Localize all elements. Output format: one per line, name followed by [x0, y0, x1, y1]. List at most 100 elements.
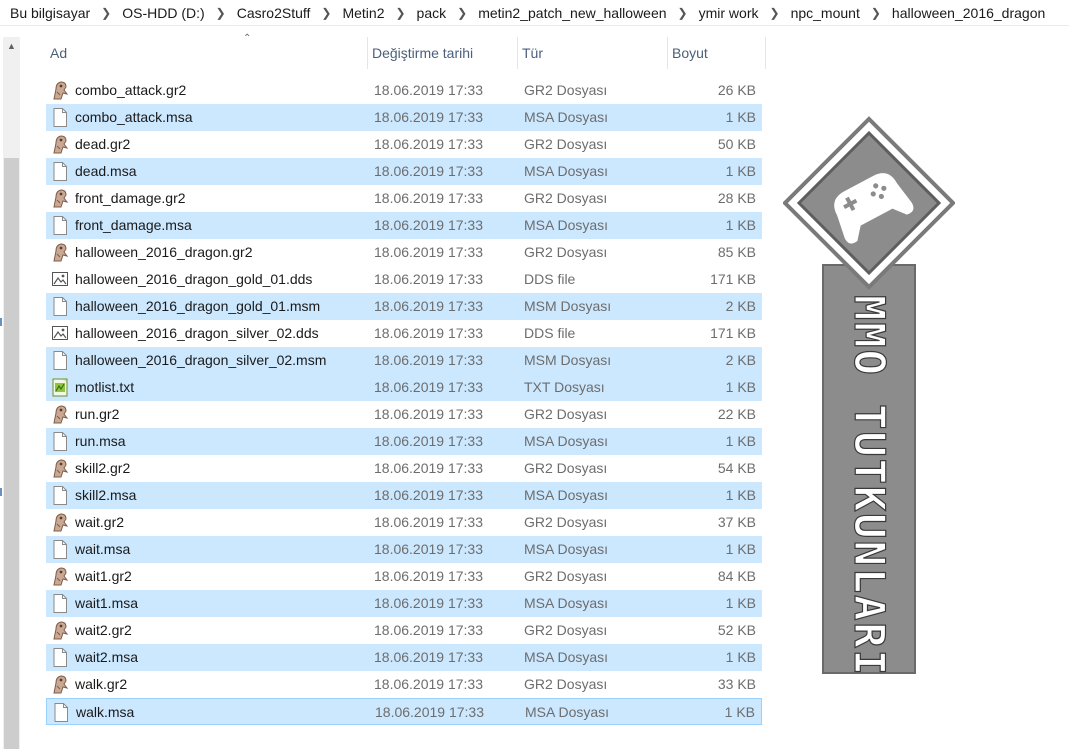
- file-row[interactable]: halloween_2016_dragon_gold_01.dds 18.06.2…: [46, 266, 762, 293]
- file-row[interactable]: dead.gr2 18.06.2019 17:33 GR2 Dosyası 50 KB: [46, 131, 762, 158]
- file-name[interactable]: front_damage.msa: [75, 212, 192, 239]
- file-name[interactable]: combo_attack.gr2: [75, 77, 186, 104]
- breadcrumb-item[interactable]: metin2_patch_new_halloween: [478, 5, 666, 21]
- file-size: 50 KB: [717, 136, 756, 152]
- file-name[interactable]: front_damage.gr2: [75, 185, 186, 212]
- file-row[interactable]: front_damage.msa 18.06.2019 17:33 MSA Dosy…: [46, 212, 762, 239]
- column-header-type[interactable]: Tür: [518, 37, 668, 69]
- file-size: 1 KB: [725, 433, 756, 449]
- file-row[interactable]: walk.msa 18.06.2019 17:33 MSA Dosyası 1 KB: [46, 698, 762, 725]
- file-row[interactable]: skill2.msa 18.06.2019 17:33 MSA Dosyası 1 K…: [46, 482, 762, 509]
- file-row[interactable]: wait1.msa 18.06.2019 17:33 MSA Dosyası 1 KB: [46, 590, 762, 617]
- file-name[interactable]: wait1.gr2: [75, 563, 132, 590]
- column-header-name[interactable]: Ad: [46, 37, 368, 69]
- file-name[interactable]: wait2.msa: [75, 644, 138, 671]
- file-name[interactable]: wait.gr2: [75, 509, 124, 536]
- file-name[interactable]: dead.msa: [75, 158, 136, 185]
- file-row[interactable]: halloween_2016_dragon_silver_02.dds 18.06…: [46, 320, 762, 347]
- breadcrumb-item[interactable]: ymir work: [699, 5, 759, 21]
- file-row[interactable]: halloween_2016_dragon_silver_02.msm 18.06…: [46, 347, 762, 374]
- file-type: MSA Dosyası: [524, 649, 609, 665]
- breadcrumb-item[interactable]: npc_mount: [791, 5, 860, 21]
- breadcrumb-item[interactable]: halloween_2016_dragon: [892, 5, 1045, 21]
- file-modified-date: 18.06.2019 17:33: [374, 82, 483, 98]
- file-row[interactable]: wait2.gr2 18.06.2019 17:33 GR2 Dosyası 52 K…: [46, 617, 762, 644]
- file-modified-date: 18.06.2019 17:33: [374, 271, 483, 287]
- file-type: MSA Dosyası: [524, 595, 609, 611]
- file-size: 22 KB: [717, 406, 756, 422]
- breadcrumb-separator-icon[interactable]: ❯: [770, 6, 780, 20]
- file-row[interactable]: run.msa 18.06.2019 17:33 MSA Dosyası 1 KB: [46, 428, 762, 455]
- file-name[interactable]: skill2.msa: [75, 482, 136, 509]
- file-name[interactable]: walk.gr2: [75, 671, 127, 698]
- file-type: DDS file: [524, 325, 576, 341]
- breadcrumb-separator-icon[interactable]: ❯: [457, 6, 467, 20]
- text-file-icon: [51, 377, 69, 398]
- file-row[interactable]: walk.gr2 18.06.2019 17:33 GR2 Dosyası 33 KB: [46, 671, 762, 698]
- file-name[interactable]: skill2.gr2: [75, 455, 130, 482]
- file-size: 1 KB: [725, 217, 756, 233]
- file-row[interactable]: dead.msa 18.06.2019 17:33 MSA Dosyası 1 KB: [46, 158, 762, 185]
- breadcrumb-separator-icon[interactable]: ❯: [321, 6, 331, 20]
- file-row[interactable]: run.gr2 18.06.2019 17:33 GR2 Dosyası 22 KB: [46, 401, 762, 428]
- file-size: 84 KB: [717, 568, 756, 584]
- file-name[interactable]: halloween_2016_dragon_silver_02.msm: [75, 347, 326, 374]
- file-type: MSA Dosyası: [524, 487, 609, 503]
- column-header-date[interactable]: Değiştirme tarihi: [368, 37, 518, 69]
- file-row[interactable]: halloween_2016_dragon.gr2 18.06.2019 17:3…: [46, 239, 762, 266]
- file-row[interactable]: front_damage.gr2 18.06.2019 17:33 GR2 Dosy…: [46, 185, 762, 212]
- file-name[interactable]: run.gr2: [75, 401, 119, 428]
- breadcrumb-item[interactable]: pack: [417, 5, 447, 21]
- file-row[interactable]: wait.msa 18.06.2019 17:33 MSA Dosyası 1 KB: [46, 536, 762, 563]
- breadcrumb-separator-icon[interactable]: ❯: [871, 6, 881, 20]
- file-row[interactable]: wait.gr2 18.06.2019 17:33 GR2 Dosyası 37 KB: [46, 509, 762, 536]
- file-modified-date: 18.06.2019 17:33: [375, 704, 484, 720]
- gr2-icon: [51, 674, 69, 695]
- breadcrumb-item[interactable]: Metin2: [342, 5, 384, 21]
- file-icon: [51, 161, 69, 182]
- file-name[interactable]: halloween_2016_dragon.gr2: [75, 239, 252, 266]
- file-name[interactable]: wait.msa: [75, 536, 130, 563]
- file-size: 1 KB: [725, 109, 756, 125]
- file-type: GR2 Dosyası: [524, 244, 608, 260]
- file-name[interactable]: dead.gr2: [75, 131, 130, 158]
- file-row[interactable]: combo_attack.gr2 18.06.2019 17:33 GR2 Dosy…: [46, 77, 762, 104]
- file-name[interactable]: halloween_2016_dragon_gold_01.dds: [75, 266, 312, 293]
- file-type: MSA Dosyası: [524, 433, 609, 449]
- file-size: 1 KB: [725, 595, 756, 611]
- file-row[interactable]: wait2.msa 18.06.2019 17:33 MSA Dosyası 1 KB: [46, 644, 762, 671]
- file-row[interactable]: skill2.gr2 18.06.2019 17:33 GR2 Dosyası 54 …: [46, 455, 762, 482]
- file-type: GR2 Dosyası: [524, 136, 608, 152]
- file-name[interactable]: motlist.txt: [75, 374, 134, 401]
- gr2-icon: [51, 566, 69, 587]
- file-size: 2 KB: [725, 298, 756, 314]
- scrollbar-thumb[interactable]: [4, 158, 19, 749]
- breadcrumb-item[interactable]: Bu bilgisayar: [10, 5, 90, 21]
- file-name[interactable]: halloween_2016_dragon_silver_02.dds: [75, 320, 319, 347]
- file-row[interactable]: motlist.txt 18.06.2019 17:33 TXT Dosyası 1 …: [46, 374, 762, 401]
- file-modified-date: 18.06.2019 17:33: [374, 325, 483, 341]
- file-modified-date: 18.06.2019 17:33: [374, 595, 483, 611]
- file-name[interactable]: walk.msa: [76, 699, 134, 726]
- file-name[interactable]: wait1.msa: [75, 590, 138, 617]
- breadcrumb-separator-icon[interactable]: ❯: [216, 6, 226, 20]
- breadcrumb-item[interactable]: OS-HDD (D:): [122, 5, 204, 21]
- file-name[interactable]: halloween_2016_dragon_gold_01.msm: [75, 293, 320, 320]
- column-header-size[interactable]: Boyut: [668, 37, 766, 69]
- breadcrumb-separator-icon[interactable]: ❯: [678, 6, 688, 20]
- file-type: GR2 Dosyası: [524, 622, 608, 638]
- file-row[interactable]: halloween_2016_dragon_gold_01.msm 18.06.2…: [46, 293, 762, 320]
- file-type: GR2 Dosyası: [524, 568, 608, 584]
- scroll-up-arrow-icon[interactable]: ▲: [3, 37, 20, 54]
- breadcrumb-separator-icon[interactable]: ❯: [395, 6, 405, 20]
- file-name[interactable]: run.msa: [75, 428, 126, 455]
- file-size: 33 KB: [717, 676, 756, 692]
- breadcrumb-separator-icon[interactable]: ❯: [101, 6, 111, 20]
- file-name[interactable]: combo_attack.msa: [75, 104, 193, 131]
- file-modified-date: 18.06.2019 17:33: [374, 487, 483, 503]
- file-name[interactable]: wait2.gr2: [75, 617, 132, 644]
- breadcrumb-item[interactable]: Casro2Stuff: [237, 5, 311, 21]
- file-row[interactable]: wait1.gr2 18.06.2019 17:33 GR2 Dosyası 84 K…: [46, 563, 762, 590]
- file-row[interactable]: combo_attack.msa 18.06.2019 17:33 MSA Dosy…: [46, 104, 762, 131]
- gr2-icon: [51, 458, 69, 479]
